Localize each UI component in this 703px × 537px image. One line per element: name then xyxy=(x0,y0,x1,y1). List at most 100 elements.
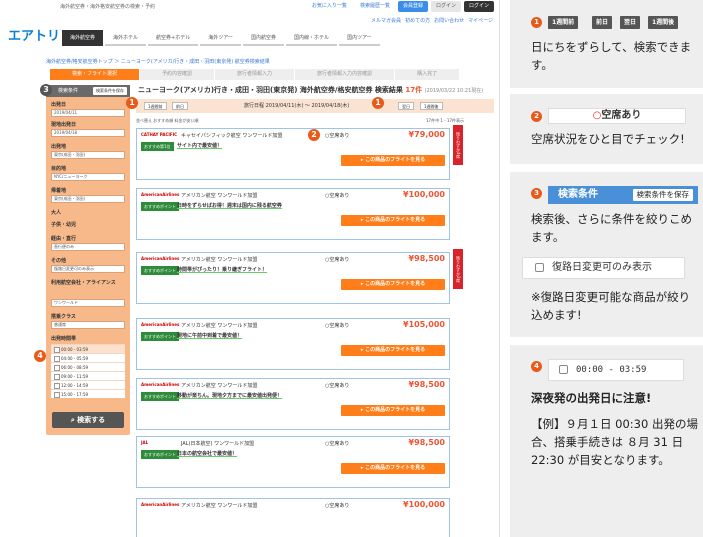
price-value: 100,000 xyxy=(408,500,445,509)
recommend-badge: おすすめ第1位 xyxy=(141,142,174,151)
history-link[interactable]: 検索履歴一覧 xyxy=(355,1,395,12)
view-flight-button[interactable]: ▸ この商品のフライトを見る xyxy=(341,405,445,416)
guide-time-label: 00:00 - 03:59 xyxy=(576,365,647,375)
seat-status: ○空席あり xyxy=(325,133,350,139)
step-5: 購入完了 xyxy=(395,69,460,80)
to-field[interactable]: NYC/ニューヨーク xyxy=(51,173,125,181)
nav-tab-tours[interactable]: 海外ツアー xyxy=(200,30,241,46)
prev-week-button[interactable]: 1週間前 xyxy=(144,102,167,110)
step-3: 旅行者情報入力 xyxy=(215,69,295,80)
page: 海外航空券・海外格安航空券の検索・予約 お気に入り一覧 検索履歴一覧 会員登録 … xyxy=(0,0,703,537)
recommend-badge: おすすめポイント xyxy=(141,332,179,341)
recommend-badge: おすすめポイント xyxy=(141,266,179,275)
dep-date-label: 出発日 xyxy=(51,102,67,108)
seat-label: 搭乗クラス xyxy=(51,314,76,320)
search-button-label: 検索する xyxy=(77,416,106,424)
callout-3-marker: 3 xyxy=(40,84,52,96)
results-timestamp: (2019/03/22 10:21現在) xyxy=(424,88,484,94)
favorites-link[interactable]: お気に入り一覧 xyxy=(307,1,352,12)
nav-tab-domestic-flights[interactable]: 国内航空券 xyxy=(242,30,284,46)
site-tagline: 海外航空券・海外格安航空券の検索・予約 xyxy=(60,4,156,10)
results-count: 17件 xyxy=(405,86,423,94)
recommend-text: 移動が楽ちん。現地夕方までに最安値出発便！ xyxy=(177,393,283,399)
time-option[interactable]: 00:00 - 03:59 xyxy=(51,344,125,353)
register-button[interactable]: 会員登録 xyxy=(397,1,428,12)
view-flight-button[interactable]: ▸ この商品のフライトを見る xyxy=(341,463,445,474)
stops-option[interactable]: 直行便のみ xyxy=(51,243,125,251)
view-flight-label: この商品のフライトを見る xyxy=(365,407,426,413)
nav-tab-flights[interactable]: 海外航空券 xyxy=(62,30,104,46)
view-flight-button[interactable]: ▸ この商品のフライトを見る xyxy=(341,279,445,290)
guide-text-1: 日にちをずらして、検索できます。 xyxy=(531,40,692,72)
time-option[interactable]: 06:00 - 08:59 xyxy=(51,362,125,371)
date-nav-bar: 1週間前 前日 旅行日程 2019/04/11(木) 〜 2019/04/18(… xyxy=(136,99,494,113)
nav-tab-hotels[interactable]: 海外ホテル xyxy=(105,30,147,46)
time-option[interactable]: 12:00 - 14:59 xyxy=(51,380,125,389)
search-button[interactable]: ⌕ 検索する xyxy=(52,412,124,428)
guide-seat-badge-text: 空席あり xyxy=(601,110,642,121)
next-week-button[interactable]: 1週間後 xyxy=(420,102,443,110)
return-select[interactable]: 東京(成田・羽田) xyxy=(51,195,125,203)
guide-box-2: 2 ○空席あり 空席状況をひと目でチェック! xyxy=(510,94,703,164)
seat-select[interactable]: 普通席 xyxy=(51,321,125,329)
guide-number-2: 2 xyxy=(531,111,542,122)
nav-tab-domestic-tours[interactable]: 国内ツアー xyxy=(338,30,380,46)
airline-name: アメリカン航空 ワンワールド加盟 xyxy=(181,257,258,263)
stops-label: 経由・直行 xyxy=(51,236,77,242)
ret-date-label: 現地出発日 xyxy=(51,122,77,128)
seat-status: ○空席あり xyxy=(325,503,350,509)
callout-4-marker: 4 xyxy=(34,350,46,362)
mypage-link[interactable]: マイページ xyxy=(468,17,493,24)
result-card: AmericanAirlines アメリカン航空 ワンワールド加盟 ○空席あり … xyxy=(136,318,450,370)
prev-day-button[interactable]: 前日 xyxy=(172,102,188,110)
mailmag-link[interactable]: メルマガ会員 xyxy=(371,17,401,24)
time-option[interactable]: 15:00 - 17:59 xyxy=(51,389,125,398)
recommend-badge: おすすめポイント xyxy=(141,392,179,401)
view-flight-button[interactable]: ▸ この商品のフライトを見る xyxy=(341,345,445,356)
result-card: AmericanAirlines アメリカン航空 ワンワールド加盟 ○空席あり … xyxy=(136,378,450,430)
save-conditions-button[interactable]: 検索条件を保存 xyxy=(93,87,127,95)
price-value: 100,000 xyxy=(408,190,445,199)
sidebar-title: 検索条件 xyxy=(58,88,79,94)
guide-text-4: 【例】９月１日 00:30 出発の場合、搭乗手続きは ８月 31 日 22:30… xyxy=(531,417,698,467)
from-select[interactable]: 東京(成田・羽田) xyxy=(51,151,125,159)
other-label: その他 xyxy=(51,258,67,264)
breadcrumb[interactable]: 海外航空券/格安航空券トップ ＞ ニューヨーク(アメリカ/行き・成田・羽田(東京… xyxy=(46,58,270,65)
guide-number-3: 3 xyxy=(531,188,542,199)
guide-return-check-label: 復路日変更可のみ表示 xyxy=(552,262,652,273)
dep-date-field[interactable]: 2019/04/11 xyxy=(51,109,125,117)
checkbox-icon xyxy=(559,365,568,374)
recommend-text: サイト内で最安値！ xyxy=(177,143,223,149)
view-flight-button[interactable]: ▸ この商品のフライトを見る xyxy=(341,155,445,166)
login-button[interactable]: ログイン xyxy=(430,1,461,12)
guide-box-3: 3 検索条件 検索条件を保存 検索後、さらに条件を絞りこめます。 復路日変更可の… xyxy=(510,172,703,337)
login-dark-button[interactable]: ログイン xyxy=(463,1,494,12)
firsttime-link[interactable]: 初めての方 xyxy=(405,17,430,24)
alliance-select[interactable]: ワンワールド xyxy=(51,299,125,307)
result-range: 17件中 1 - 17件表示 xyxy=(426,118,464,123)
airline-name: キャセイパシフィック航空 ワンワールド加盟 xyxy=(181,133,283,139)
seat-status-text: 空席あり xyxy=(329,257,350,263)
nav-tab-domestic-hotel[interactable]: 国内線・ホテル xyxy=(285,30,337,46)
next-day-button[interactable]: 翌日 xyxy=(398,102,414,110)
seat-status-text: 空席あり xyxy=(329,441,350,447)
time-option[interactable]: 09:00 - 11:59 xyxy=(51,371,125,380)
ret-date-field[interactable]: 2019/04/18 xyxy=(51,129,125,137)
price-value: 98,500 xyxy=(414,254,445,263)
nav-tab-flight-hotel[interactable]: 航空券+ホテル xyxy=(148,30,199,46)
site-logo[interactable]: エアトリ xyxy=(8,25,60,44)
guide-text-2: 空席状況をひと目でチェック! xyxy=(531,132,685,146)
price: ¥98,500 xyxy=(409,380,445,389)
sort-options[interactable]: 並べ替え おすすめ順 料金が安い順 xyxy=(136,118,199,123)
time-option[interactable]: 04:00 - 05:59 xyxy=(51,353,125,362)
result-card: CATHAY PACIFIC キャセイパシフィック航空 ワンワールド加盟 ○空席… xyxy=(136,125,463,180)
recommend-text: 時間帯がぴったり！乗り継ぎフライト！ xyxy=(177,267,268,273)
view-flight-button[interactable]: ▸ この商品のフライトを見る xyxy=(341,215,445,226)
other-option[interactable]: 復路日変更可のみ表示 xyxy=(51,265,125,273)
result-card: AmericanAirlines アメリカン航空 ワンワールド加盟 ○空席あり … xyxy=(136,249,463,304)
header-links: メルマガ会員 初めての方 お問い合わせ マイページ xyxy=(371,17,493,24)
progress-steps: 検索・フライト選択 予約内容確認 旅行者情報入力 旅行者情報入力内容確認 購入完… xyxy=(50,69,460,80)
sort-bar: 並べ替え おすすめ順 料金が安い順 17件中 1 - 17件表示 xyxy=(136,118,494,126)
results-title-text: ニューヨーク(アメリカ)行き・成田・羽田(東京発) 海外航空券/格安航空券 検索… xyxy=(138,86,403,94)
contact-link[interactable]: お問い合わせ xyxy=(434,17,464,24)
